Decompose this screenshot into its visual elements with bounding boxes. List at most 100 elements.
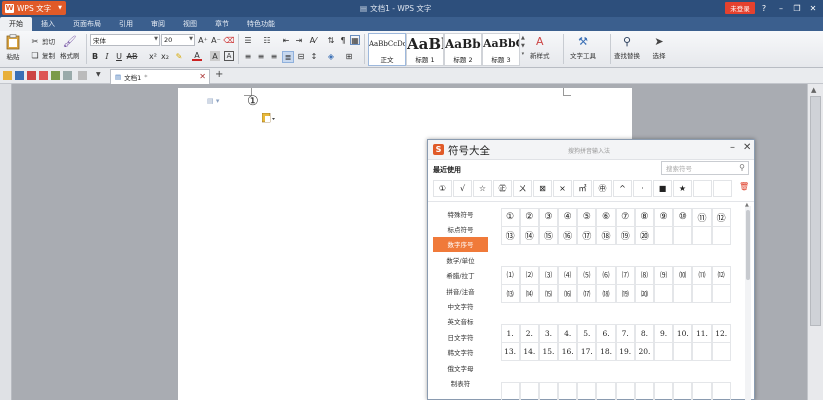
- italic-button[interactable]: I: [102, 51, 112, 61]
- add-tab-button[interactable]: +: [215, 69, 223, 80]
- symbol-cell[interactable]: 13.: [501, 342, 520, 361]
- style-heading-3[interactable]: AaBbC 标题 3: [482, 33, 520, 66]
- font-color-button[interactable]: A: [192, 51, 202, 61]
- symbol-cell[interactable]: 5.: [577, 323, 597, 343]
- symbol-cell[interactable]: ⑿: [711, 265, 731, 285]
- symbol-cell[interactable]: ⑧: [634, 207, 654, 227]
- paragraph-handle-icon[interactable]: ▤ ▾: [207, 97, 219, 105]
- paste-options-icon[interactable]: [261, 112, 275, 123]
- symbol-cell[interactable]: ⑶: [538, 265, 559, 285]
- category-item[interactable]: 数学/单位: [433, 252, 488, 267]
- symbol-cell[interactable]: 3.: [538, 323, 559, 343]
- symbol-cell[interactable]: ③: [538, 207, 559, 227]
- minimize-icon[interactable]: –: [730, 142, 735, 153]
- symbol-search-input[interactable]: 搜索符号 ⚲: [661, 161, 749, 175]
- symbol-cell[interactable]: ⑨: [654, 207, 674, 227]
- undo-icon[interactable]: [63, 71, 72, 80]
- scroll-up-icon[interactable]: ▲: [811, 86, 816, 94]
- symbol-cell[interactable]: ⑼: [654, 265, 674, 285]
- print-icon[interactable]: [27, 71, 36, 80]
- char-shading-button[interactable]: A: [210, 51, 220, 61]
- recent-symbol[interactable]: ㊣: [493, 180, 512, 197]
- shading-button[interactable]: ◈: [326, 51, 336, 61]
- symbol-cell[interactable]: ⑪: [692, 207, 712, 227]
- symbol-cell[interactable]: [501, 381, 520, 400]
- symbol-cell[interactable]: ⑻: [634, 265, 654, 285]
- symbol-cell[interactable]: 8.: [634, 323, 654, 343]
- app-menu-button[interactable]: W WPS 文字 ▼: [2, 1, 66, 15]
- copy-button[interactable]: ❏ 复制: [30, 50, 55, 61]
- symbol-cell[interactable]: [711, 342, 731, 361]
- highlight-button[interactable]: ✎: [174, 51, 184, 61]
- symbol-cell[interactable]: ⒄: [577, 284, 597, 303]
- symbol-cell[interactable]: ⑾: [692, 265, 712, 285]
- symbol-cell[interactable]: [711, 284, 731, 303]
- symbol-cell[interactable]: 4.: [558, 323, 578, 343]
- tab-insert[interactable]: 插入: [32, 17, 64, 31]
- paste-button[interactable]: 粘贴: [6, 34, 20, 61]
- align-center-button[interactable]: ≡: [256, 51, 266, 61]
- symbol-cell[interactable]: [538, 381, 559, 400]
- recent-symbol[interactable]: ㊥: [593, 180, 612, 197]
- symbol-cell[interactable]: ⑲: [615, 226, 635, 245]
- symbol-cell[interactable]: ⑳: [634, 226, 654, 245]
- scroll-up-icon[interactable]: ▲: [745, 202, 749, 208]
- symbol-cell[interactable]: 2.: [519, 323, 539, 343]
- new-style-button[interactable]: A 新样式: [530, 34, 550, 61]
- category-item[interactable]: 韩文字符: [433, 345, 488, 360]
- category-item[interactable]: 英文音标: [433, 314, 488, 329]
- cut-button[interactable]: ✂ 剪切: [30, 36, 55, 47]
- increase-indent-button[interactable]: ⇥: [294, 35, 304, 45]
- tab-section[interactable]: 章节: [206, 17, 238, 31]
- category-item[interactable]: 日文字符: [433, 329, 488, 344]
- dialog-header[interactable]: S 符号大全 搜狗拼音输入法 – ✕: [428, 140, 754, 160]
- symbol-cell[interactable]: [711, 226, 731, 245]
- symbol-cell[interactable]: ⑽: [673, 265, 693, 285]
- justify-button[interactable]: ≣: [282, 51, 294, 63]
- restore-icon[interactable]: ❐: [790, 1, 804, 15]
- font-size-select[interactable]: 20 ▼: [161, 34, 195, 46]
- preview-icon[interactable]: [51, 71, 60, 80]
- symbol-cell[interactable]: ④: [558, 207, 578, 227]
- bold-button[interactable]: B: [90, 51, 100, 61]
- char-border-button[interactable]: A: [224, 51, 234, 61]
- symbol-cell[interactable]: ⑮: [538, 226, 559, 245]
- recent-symbol[interactable]: [693, 180, 712, 197]
- style-normal[interactable]: AaBbCcDd 正文: [368, 33, 406, 66]
- underline-button[interactable]: U: [114, 51, 124, 61]
- save-icon[interactable]: [15, 71, 24, 80]
- symbol-cell[interactable]: [673, 342, 693, 361]
- scrollbar-thumb[interactable]: [810, 96, 821, 326]
- symbol-cell[interactable]: [711, 381, 731, 400]
- symbol-cell[interactable]: 9.: [654, 323, 674, 343]
- recent-symbol[interactable]: ㄨ: [513, 180, 532, 197]
- recent-symbol[interactable]: √: [453, 180, 472, 197]
- symbol-cell[interactable]: ⒅: [596, 284, 616, 303]
- symbol-cell[interactable]: ⑹: [596, 265, 616, 285]
- pdf-icon[interactable]: [39, 71, 48, 80]
- symbol-cell[interactable]: 14.: [519, 342, 539, 361]
- sort-button[interactable]: ⇅: [326, 35, 336, 45]
- align-right-button[interactable]: ≡: [269, 51, 279, 61]
- tab-review[interactable]: 审阅: [142, 17, 174, 31]
- chevron-down-icon[interactable]: ▼: [96, 71, 105, 80]
- symbol-cell[interactable]: [577, 381, 597, 400]
- recent-symbol[interactable]: [713, 180, 732, 197]
- category-item[interactable]: 特殊符号: [433, 206, 488, 221]
- symbol-cell[interactable]: [673, 284, 693, 303]
- recent-symbol[interactable]: ☆: [473, 180, 492, 197]
- styles-scroll[interactable]: ▲ ▼ ▾: [521, 35, 525, 57]
- recent-symbol[interactable]: ×: [553, 180, 572, 197]
- tab-references[interactable]: 引用: [110, 17, 142, 31]
- close-tab-icon[interactable]: ✕: [199, 72, 206, 81]
- symbol-cell[interactable]: ⒆: [615, 284, 635, 303]
- symbol-cell[interactable]: ⑵: [519, 265, 539, 285]
- recent-symbol[interactable]: ^: [613, 180, 632, 197]
- symbol-cell[interactable]: ⒀: [501, 284, 520, 303]
- style-heading-2[interactable]: AaBb( 标题 2: [444, 33, 482, 66]
- grow-font-button[interactable]: A⁺: [198, 35, 208, 45]
- bullets-button[interactable]: ☰: [243, 35, 253, 45]
- symbol-cell[interactable]: ⑺: [615, 265, 635, 285]
- numbering-button[interactable]: ☷: [262, 35, 272, 45]
- recent-symbol[interactable]: ·: [633, 180, 652, 197]
